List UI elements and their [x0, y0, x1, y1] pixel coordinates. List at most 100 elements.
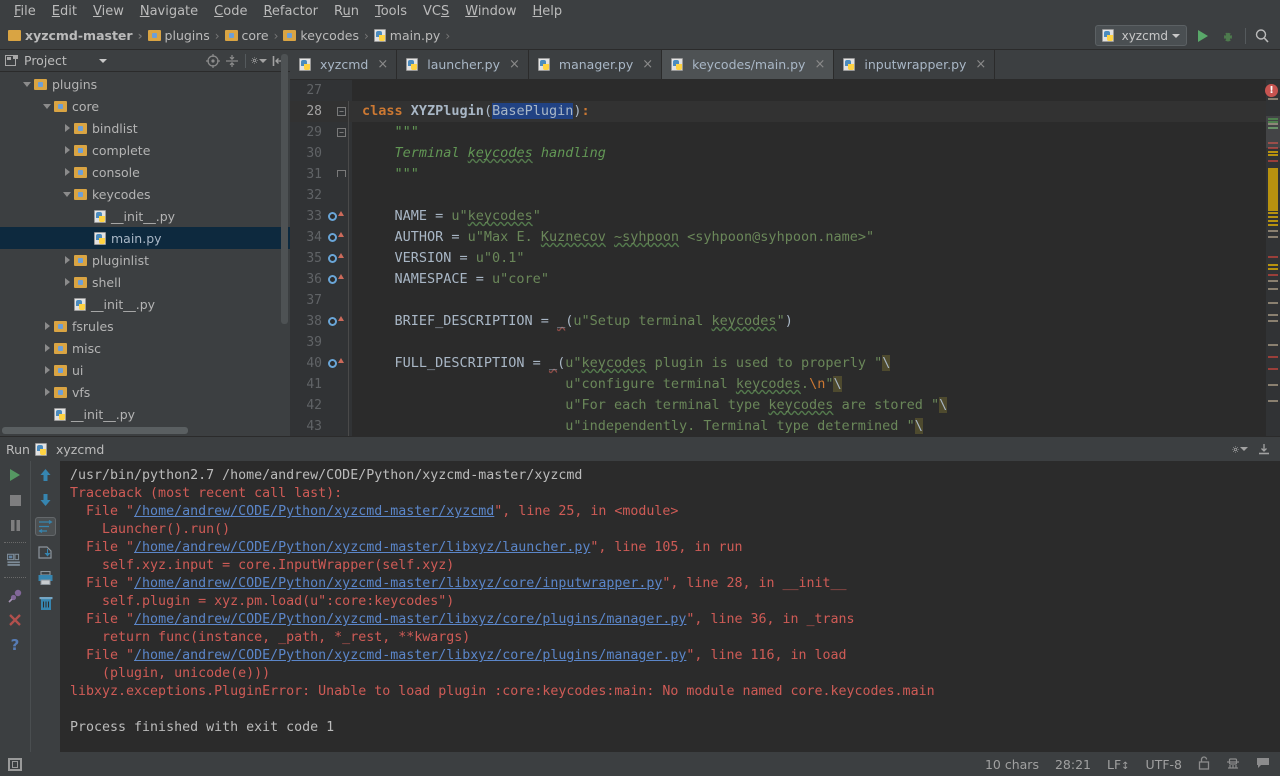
gutter-line[interactable]: 38	[290, 311, 352, 332]
fold-region-end-icon[interactable]	[337, 170, 346, 177]
gutter-line[interactable]: 33	[290, 206, 352, 227]
project-tree-horizontal-scrollbar[interactable]	[2, 427, 188, 434]
gutter-line[interactable]: 37	[290, 290, 352, 311]
gutter-line[interactable]: 30	[290, 143, 352, 164]
code-line[interactable]	[352, 80, 1266, 101]
scroll-up-button[interactable]	[38, 467, 54, 483]
gutter-line[interactable]: 34	[290, 227, 352, 248]
menu-item-help[interactable]: Help	[525, 2, 571, 21]
editor-tab-manager-py[interactable]: manager.py ×	[528, 50, 663, 79]
menu-item-refactor[interactable]: Refactor	[255, 2, 326, 21]
status-line-separator[interactable]: LF↕	[1107, 757, 1130, 772]
menu-item-tools[interactable]: Tools	[367, 2, 415, 21]
gutter-line[interactable]: 41	[290, 374, 352, 395]
tree-node---init---py[interactable]: __init__.py	[0, 205, 290, 227]
tree-node-complete[interactable]: complete	[0, 139, 290, 161]
code-line[interactable]: NAME = u"keycodes"	[352, 206, 1266, 227]
export-button[interactable]	[38, 545, 54, 561]
rerun-button[interactable]	[7, 467, 23, 483]
code-line[interactable]: class XYZPlugin(BasePlugin):	[352, 101, 1266, 122]
pause-button[interactable]	[7, 517, 23, 533]
gutter-line[interactable]: 27	[290, 80, 352, 101]
project-toggle-icon[interactable]	[8, 757, 22, 771]
gear-icon[interactable]	[251, 53, 267, 69]
code-line[interactable]: AUTHOR = u"Max E. Kuznecov ~syhpoon <syh…	[352, 227, 1266, 248]
gutter-line[interactable]: 40	[290, 353, 352, 374]
menu-item-window[interactable]: Window	[457, 2, 524, 21]
scroll-from-source-icon[interactable]	[205, 53, 221, 69]
overridden-member-icon[interactable]	[328, 316, 344, 326]
gutter-line[interactable]: 42	[290, 395, 352, 416]
chevron-right-icon[interactable]	[40, 322, 54, 330]
breadcrumb-item-root[interactable]: xyzcmd-master ›	[8, 28, 148, 43]
code-line[interactable]: u"independently. Terminal type determine…	[352, 416, 1266, 436]
project-tree[interactable]: plugins core bindlist complete console keycod…	[0, 72, 290, 436]
tree-node-fsrules[interactable]: fsrules	[0, 315, 290, 337]
menu-item-view[interactable]: View	[85, 2, 132, 21]
tree-node-bindlist[interactable]: bindlist	[0, 117, 290, 139]
overridden-member-icon[interactable]	[328, 232, 344, 242]
gear-icon[interactable]	[1232, 441, 1248, 457]
lock-icon[interactable]	[1198, 755, 1210, 773]
code-line[interactable]: """	[352, 122, 1266, 143]
chevron-right-icon[interactable]	[60, 168, 74, 176]
tree-node-pluginlist[interactable]: pluginlist	[0, 249, 290, 271]
gutter-line[interactable]: 35	[290, 248, 352, 269]
chevron-down-icon[interactable]	[60, 191, 74, 197]
gutter-line[interactable]: 28 −	[290, 101, 352, 122]
breadcrumb-item-keycodes[interactable]: keycodes ›	[283, 28, 373, 43]
tree-node-console[interactable]: console	[0, 161, 290, 183]
chevron-right-icon[interactable]	[60, 146, 74, 154]
chevron-right-icon[interactable]	[40, 388, 54, 396]
code-line[interactable]: BRIEF_DESCRIPTION = _(u"Setup terminal k…	[352, 311, 1266, 332]
code-line[interactable]: u"configure terminal keycodes.\n"\	[352, 374, 1266, 395]
debug-button[interactable]	[1219, 26, 1239, 46]
viewport-indicator[interactable]	[1266, 116, 1280, 148]
hide-panel-icon[interactable]	[1256, 441, 1272, 457]
scroll-down-button[interactable]	[38, 492, 54, 508]
status-encoding[interactable]: UTF-8	[1146, 757, 1182, 772]
chevron-right-icon[interactable]	[40, 344, 54, 352]
menu-item-file[interactable]: File	[6, 2, 44, 21]
gutter-line[interactable]: 39	[290, 332, 352, 353]
console-file-link[interactable]: /home/andrew/CODE/Python/xyzcmd-master/x…	[134, 504, 494, 519]
editor-tab-inputwrapper-py[interactable]: inputwrapper.py ×	[834, 50, 996, 79]
close-button[interactable]	[7, 612, 23, 628]
console-file-link[interactable]: /home/andrew/CODE/Python/xyzcmd-master/l…	[134, 612, 686, 627]
error-indicator-badge[interactable]: !	[1265, 84, 1278, 97]
status-caret-position[interactable]: 28:21	[1055, 757, 1091, 772]
editor-gutter[interactable]: 27 28 − 29 − 30 31 32 33 34 35 36 37 38 39 40 41 42 43	[290, 80, 352, 436]
stop-button[interactable]	[7, 492, 23, 508]
menu-item-run[interactable]: Run	[326, 2, 367, 21]
chevron-down-icon[interactable]	[98, 58, 107, 63]
chevron-down-icon[interactable]	[20, 81, 34, 87]
hat-icon[interactable]	[1226, 756, 1240, 773]
editor-tab-launcher-py[interactable]: launcher.py ×	[397, 50, 529, 79]
tree-node-ui[interactable]: ui	[0, 359, 290, 381]
code-line[interactable]: NAMESPACE = u"core"	[352, 269, 1266, 290]
editor-tab-keycodes-main-py[interactable]: keycodes/main.py ×	[662, 50, 835, 79]
editor-marker-bar[interactable]: !	[1265, 80, 1280, 436]
tree-node-keycodes[interactable]: keycodes	[0, 183, 290, 205]
menu-item-code[interactable]: Code	[206, 2, 255, 21]
code-line[interactable]	[352, 290, 1266, 311]
chevron-right-icon[interactable]	[40, 366, 54, 374]
code-line[interactable]: FULL_DESCRIPTION = _(u"keycodes plugin i…	[352, 353, 1266, 374]
clear-all-button[interactable]	[38, 595, 54, 611]
close-icon[interactable]: ×	[975, 58, 986, 71]
chevron-right-icon[interactable]	[60, 124, 74, 132]
console-stacktrace-line[interactable]: File "/home/andrew/CODE/Python/xyzcmd-ma…	[70, 575, 1272, 593]
breadcrumb-item-mainpy[interactable]: main.py ›	[373, 28, 455, 43]
overridden-member-icon[interactable]	[328, 211, 344, 221]
run-button[interactable]	[1193, 26, 1213, 46]
gutter-line[interactable]: 36	[290, 269, 352, 290]
menu-item-navigate[interactable]: Navigate	[132, 2, 206, 21]
tree-node-plugins[interactable]: plugins	[0, 73, 290, 95]
close-icon[interactable]: ×	[377, 58, 388, 71]
tree-node---init---py[interactable]: __init__.py	[0, 293, 290, 315]
chevron-right-icon[interactable]	[60, 278, 74, 286]
gutter-line[interactable]: 29 −	[290, 122, 352, 143]
chevron-right-icon[interactable]	[60, 256, 74, 264]
code-line[interactable]	[352, 185, 1266, 206]
overridden-member-icon[interactable]	[328, 358, 344, 368]
